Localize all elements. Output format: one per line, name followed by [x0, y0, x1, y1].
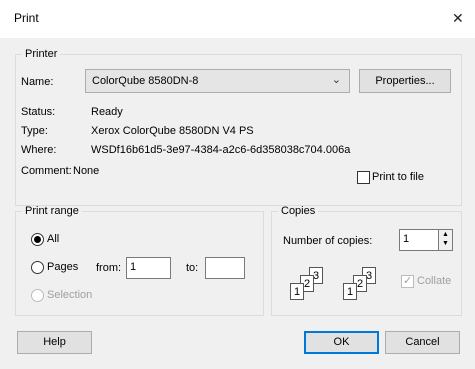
where-value: WSDf16b61d5-3e97-4384-a2c6-6d358038c704.… [91, 144, 351, 156]
selection-radio[interactable] [31, 289, 44, 302]
cancel-button[interactable]: Cancel [385, 331, 460, 354]
collate-illustration-set1: 3 2 1 [287, 267, 333, 301]
title-bar: Print ✕ [0, 0, 475, 38]
cancel-button-label: Cancel [405, 336, 440, 348]
help-button-label: Help [43, 336, 66, 348]
collate-illustration-set2: 3 2 1 [340, 267, 386, 301]
type-label: Type: [21, 125, 48, 137]
collate-checkbox[interactable]: ✓ [401, 275, 414, 288]
all-radio-label[interactable]: All [47, 233, 59, 245]
selection-radio-label[interactable]: Selection [47, 289, 92, 301]
copies-group-label: Copies [281, 205, 316, 217]
spin-up-icon[interactable]: ▲ [442, 231, 449, 238]
to-page-input[interactable] [205, 257, 245, 279]
pages-radio[interactable] [31, 261, 44, 274]
collate-page-1: 1 [343, 283, 357, 300]
comment-label: Comment: [21, 165, 72, 177]
spin-down-icon[interactable]: ▼ [442, 240, 449, 247]
name-label: Name: [21, 76, 54, 88]
copies-input[interactable]: 1 [399, 229, 439, 251]
dialog-client: Printer Name: ColorQube 8580DN-8 ⌄ Prope… [0, 38, 475, 369]
to-label: to: [186, 262, 199, 274]
collate-label[interactable]: Collate [417, 275, 451, 287]
close-icon[interactable]: ✕ [452, 10, 464, 27]
status-label: Status: [21, 106, 56, 118]
properties-button[interactable]: Properties... [359, 69, 451, 93]
pages-radio-label[interactable]: Pages [47, 261, 78, 273]
printer-name-value: ColorQube 8580DN-8 [92, 75, 199, 87]
comment-value: None [73, 165, 100, 177]
from-page-input[interactable]: 1 [126, 257, 171, 279]
ok-button[interactable]: OK [304, 331, 379, 354]
print-range-group-label: Print range [25, 205, 79, 217]
chevron-down-icon: ⌄ [331, 74, 341, 86]
print-to-file-label[interactable]: Print to file [372, 171, 424, 183]
printer-group-label: Printer [25, 48, 58, 60]
checkmark-icon: ✓ [403, 275, 413, 287]
copies-spinner[interactable]: ▲ ▼ [439, 229, 453, 251]
all-radio[interactable] [31, 233, 44, 246]
ok-button-label: OK [333, 336, 350, 348]
collate-page-1: 1 [290, 283, 304, 300]
number-of-copies-label: Number of copies: [283, 235, 373, 247]
type-value: Xerox ColorQube 8580DN V4 PS [91, 125, 254, 137]
help-button[interactable]: Help [17, 331, 92, 354]
print-to-file-checkbox[interactable] [357, 171, 370, 184]
from-label: from: [96, 262, 122, 274]
properties-button-label: Properties... [375, 75, 435, 87]
status-value: Ready [91, 106, 123, 118]
where-label: Where: [21, 144, 57, 156]
printer-name-select[interactable]: ColorQube 8580DN-8 ⌄ [85, 69, 350, 93]
window-title: Print [14, 11, 39, 25]
